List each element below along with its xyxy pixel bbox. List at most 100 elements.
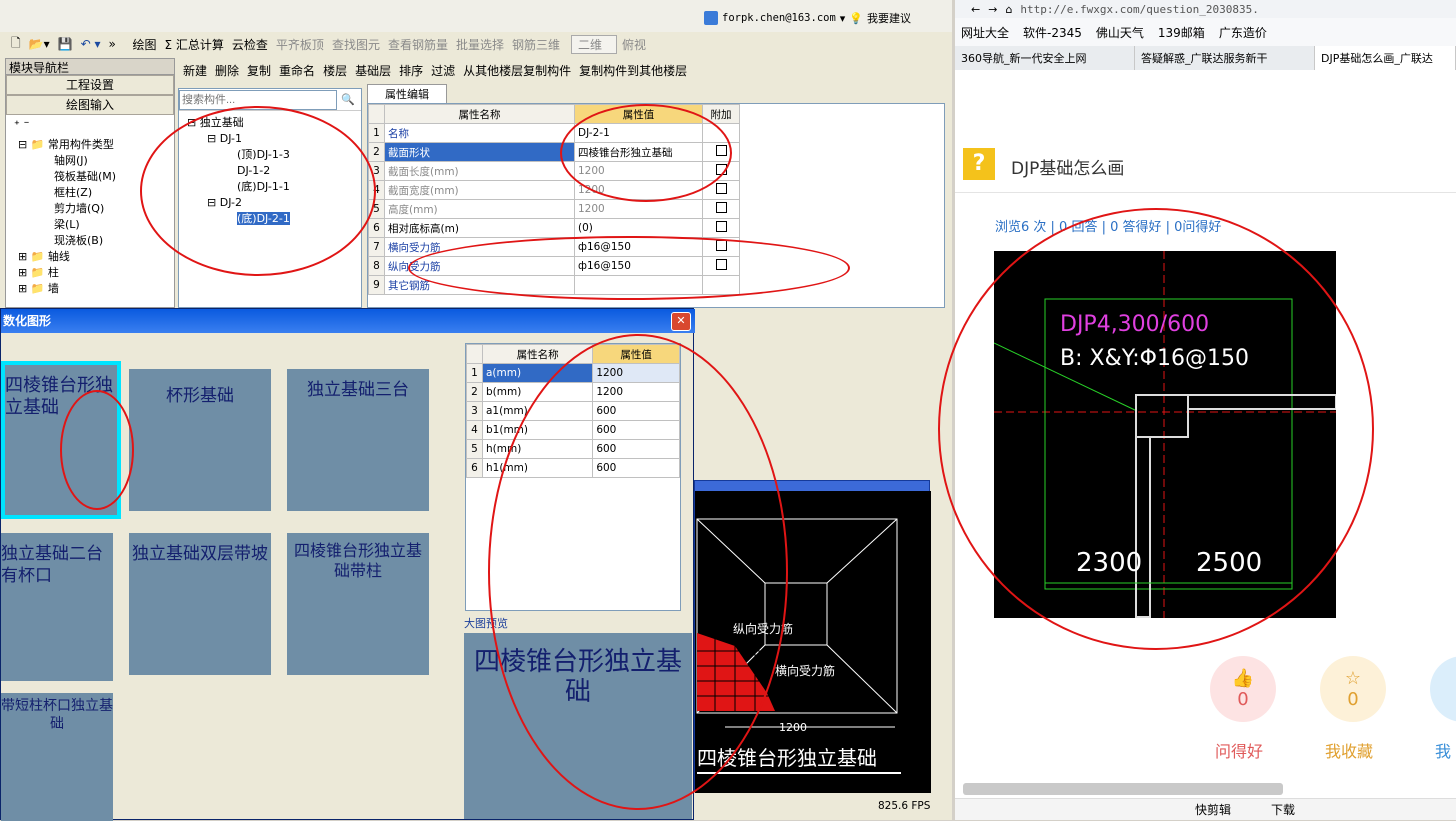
tb-top-view[interactable]: 俯视 <box>619 36 649 53</box>
tree-beam[interactable]: 梁(L) <box>18 217 174 233</box>
close-icon[interactable]: ✕ <box>671 312 691 331</box>
checkbox[interactable] <box>715 164 727 175</box>
save-icon[interactable]: 💾 <box>55 37 76 51</box>
tb-rename[interactable]: 重命名 <box>276 62 318 79</box>
checkbox[interactable] <box>715 183 727 194</box>
account-email[interactable]: forpk.chen@163.com <box>722 12 836 24</box>
tree-common-types[interactable]: ⊟ 📁 常用构件类型 <box>18 137 174 153</box>
checkbox[interactable] <box>715 145 727 156</box>
tb-view-rebar[interactable]: 查看钢筋量 <box>385 36 451 53</box>
table-row[interactable]: 4 截面宽度(mm) 1200 <box>368 180 740 200</box>
tb-copy-to-floor[interactable]: 复制构件到其他楼层 <box>576 62 690 79</box>
tb-copy[interactable]: 复制 <box>244 62 274 79</box>
more-chevron-icon[interactable]: » <box>105 37 127 51</box>
table-row[interactable]: 8 纵向受力筋 ф16@150 <box>368 256 740 276</box>
tree-wall[interactable]: ⊞ 📁 墙 <box>18 281 174 297</box>
tree-isolated-foundation[interactable]: ⊟ 独立基础 <box>187 115 353 131</box>
url-input[interactable]: http://e.fwxgx.com/question_2030835. <box>1020 3 1258 16</box>
tb-rebar-3d[interactable]: 钢筋三维 <box>509 36 563 53</box>
card-double-slope[interactable]: 独立基础双层带坡 <box>129 533 271 675</box>
tree-column[interactable]: 框柱(Z) <box>18 185 174 201</box>
table-row[interactable]: 3 a1(mm) 600 <box>466 401 680 421</box>
tree-raft[interactable]: 筏板基础(M) <box>18 169 174 185</box>
card-three-step[interactable]: 独立基础三台 <box>287 369 429 511</box>
tree-dj2[interactable]: ⊟ DJ-2 <box>187 195 353 211</box>
checkbox[interactable] <box>715 259 727 270</box>
chevron-down-icon[interactable]: ▾ <box>840 12 846 25</box>
tb-copy-from-floor[interactable]: 从其他楼层复制构件 <box>460 62 574 79</box>
table-row[interactable]: 2 截面形状 四棱锥台形独立基础 <box>368 142 740 162</box>
new-file-icon[interactable]: 🗋 <box>8 34 24 55</box>
more-action-button[interactable] <box>1430 656 1456 722</box>
tree-slab[interactable]: 现浇板(B) <box>18 233 174 249</box>
tb-draw[interactable]: 绘图 <box>129 36 159 53</box>
bookmark-item[interactable]: 网址大全 <box>961 24 1009 41</box>
tree-axis[interactable]: 轴网(J) <box>18 153 174 169</box>
tab-360[interactable]: 360导航_新一代安全上网 <box>955 46 1135 70</box>
home-icon[interactable]: ⌂ <box>1005 3 1012 16</box>
table-row[interactable]: 2 b(mm) 1200 <box>466 382 680 402</box>
bookmark-item[interactable]: 佛山天气 <box>1096 24 1144 41</box>
project-settings-button[interactable]: 工程设置 <box>6 75 174 95</box>
expand-collapse-icons[interactable]: ⁺ ⁻ <box>6 115 174 137</box>
table-row[interactable]: 1 名称 DJ-2-1 <box>368 123 740 143</box>
tb-2d-select[interactable]: 二维 <box>571 34 618 54</box>
tb-cloud-check[interactable]: 云检查 <box>229 36 271 53</box>
table-row[interactable]: 5 h(mm) 600 <box>466 439 680 459</box>
draw-input-button[interactable]: 绘图输入 <box>6 95 174 115</box>
tb-batch-select[interactable]: 批量选择 <box>453 36 507 53</box>
table-row[interactable]: 6 相对底标高(m) (0) <box>368 218 740 238</box>
table-row[interactable]: 4 b1(mm) 600 <box>466 420 680 440</box>
tb-find[interactable]: 查找图元 <box>329 36 383 53</box>
checkbox[interactable] <box>715 240 727 251</box>
checkbox[interactable] <box>715 202 727 213</box>
tree-shear-wall[interactable]: 剪力墙(Q) <box>18 201 174 217</box>
card-pyramid-with-column[interactable]: 四棱锥台形独立基础带柱 <box>287 533 429 675</box>
forward-icon[interactable]: → <box>988 3 997 16</box>
tree-axis-line[interactable]: ⊞ 📁 轴线 <box>18 249 174 265</box>
tb-floor-select[interactable]: 基础层 <box>352 62 394 79</box>
favorite-button[interactable]: ☆ 0 <box>1320 656 1386 722</box>
table-row[interactable]: 5 高度(mm) 1200 <box>368 199 740 219</box>
tb-sum[interactable]: Σ 汇总计算 <box>162 36 227 53</box>
horizontal-scrollbar[interactable] <box>963 783 1283 795</box>
tree-dj1-3[interactable]: (顶)DJ-1-3 <box>187 147 353 163</box>
bookmark-item[interactable]: 软件-2345 <box>1023 24 1082 41</box>
tree-dj1-1[interactable]: (底)DJ-1-1 <box>187 179 353 195</box>
card-cup-foundation[interactable]: 杯形基础 <box>129 369 271 511</box>
table-row[interactable]: 7 横向受力筋 ф16@150 <box>368 237 740 257</box>
card-two-step-cup[interactable]: 独立基础二台有杯口 <box>1 533 113 681</box>
hint-icon[interactable]: 💡 <box>849 12 863 25</box>
table-row[interactable]: 1 a(mm) 1200 <box>466 363 680 383</box>
card-label: 带短柱杯口独立基础 <box>1 698 113 732</box>
open-folder-icon[interactable]: 📂▾ <box>26 37 53 51</box>
undo-icon[interactable]: ↶ ▾ <box>78 37 104 51</box>
table-row[interactable]: 9 其它钢筋 <box>368 275 740 295</box>
tree-dj1[interactable]: ⊟ DJ-1 <box>187 131 353 147</box>
tree-col[interactable]: ⊞ 📁 柱 <box>18 265 174 281</box>
suggest-link[interactable]: 我要建议 <box>867 10 911 26</box>
back-icon[interactable]: ← <box>971 3 980 16</box>
table-row[interactable]: 3 截面长度(mm) 1200 <box>368 161 740 181</box>
tab-answers[interactable]: 答疑解惑_广联达服务新干 <box>1135 46 1315 70</box>
checkbox[interactable] <box>715 221 727 232</box>
tb-sort[interactable]: 排序 <box>396 62 426 79</box>
component-search-input[interactable] <box>179 89 337 110</box>
tree-dj1-2[interactable]: DJ-1-2 <box>187 163 353 179</box>
table-row[interactable]: 6 h1(mm) 600 <box>466 458 680 478</box>
bookmark-item[interactable]: 广东造价 <box>1219 24 1267 41</box>
tab-question[interactable]: DJP基础怎么画_广联达 <box>1315 46 1456 70</box>
tb-delete[interactable]: 删除 <box>212 62 242 79</box>
card-pyramid-foundation[interactable]: 四棱锥台形独立基础 <box>1 361 121 519</box>
tree-dj2-1[interactable]: (底)DJ-2-1 <box>187 211 353 227</box>
tb-filter[interactable]: 过滤 <box>428 62 458 79</box>
tab-property-edit[interactable]: 属性编辑 <box>367 84 447 104</box>
tb-align-top[interactable]: 平齐板顶 <box>273 36 327 53</box>
download[interactable]: 下载 <box>1271 801 1295 818</box>
search-icon[interactable]: 🔍 <box>341 93 355 106</box>
quick-clip[interactable]: 快剪辑 <box>1195 801 1231 818</box>
bookmark-item[interactable]: 139邮箱 <box>1158 24 1205 41</box>
tb-new[interactable]: 新建 <box>180 62 210 79</box>
ask-good-button[interactable]: 👍 0 <box>1210 656 1276 722</box>
card-short-column-cup[interactable]: 带短柱杯口独立基础 <box>1 693 113 821</box>
